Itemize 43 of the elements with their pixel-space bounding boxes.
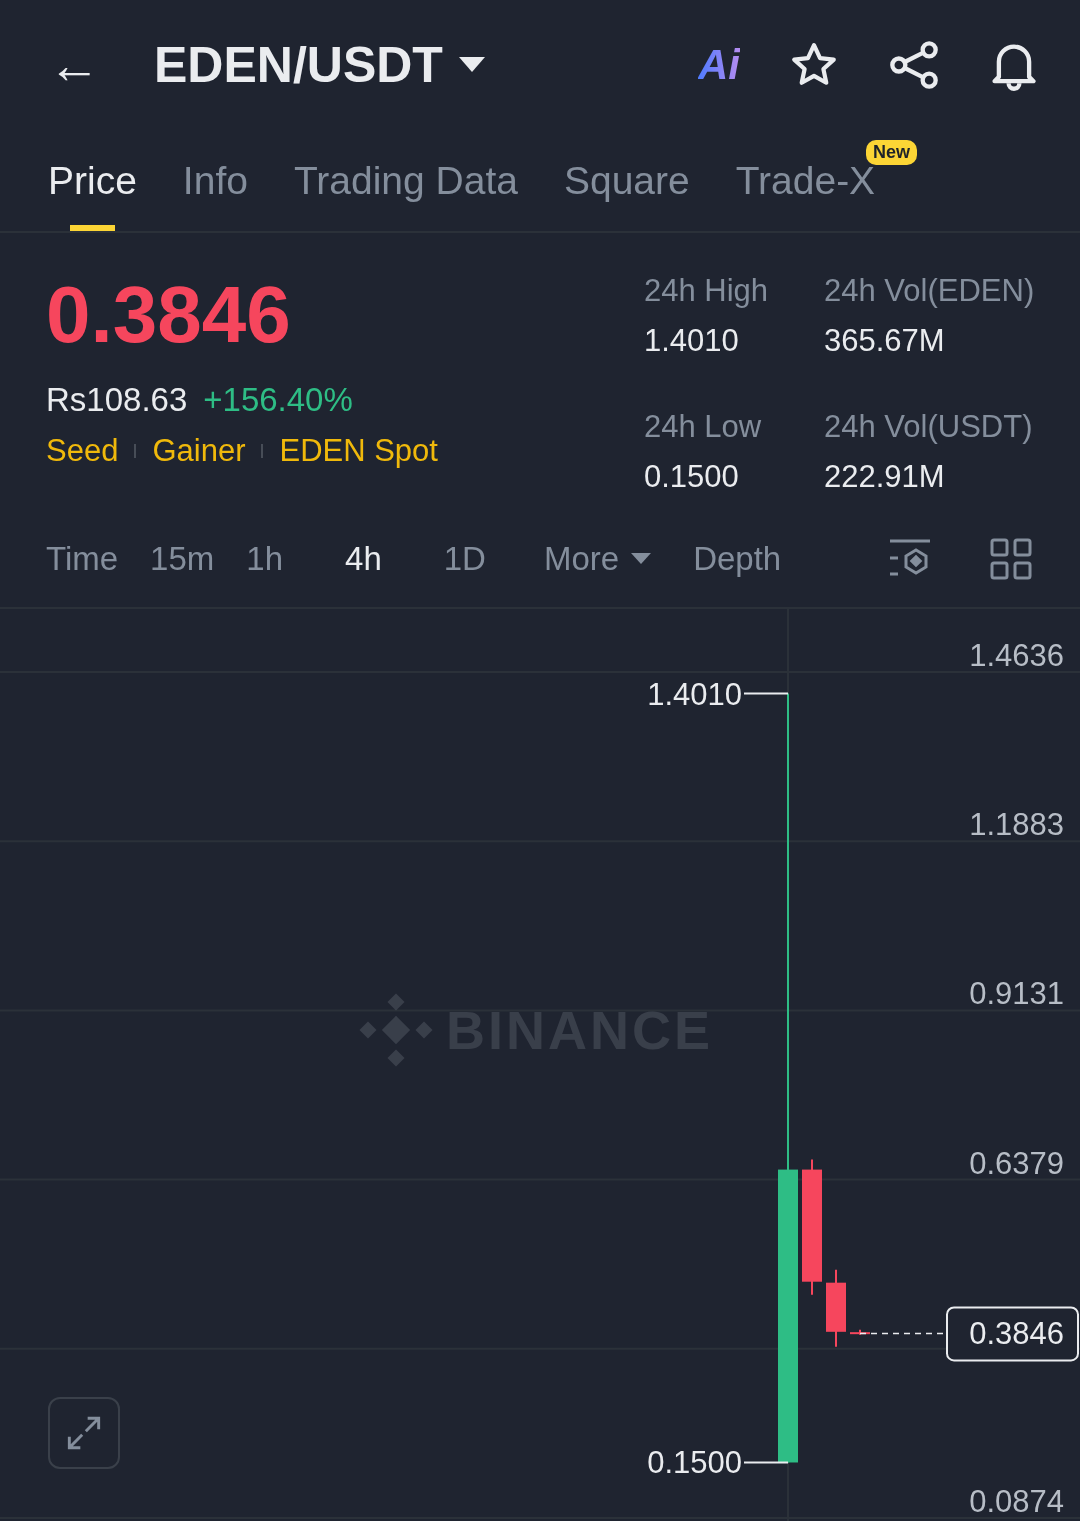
interval-tab[interactable]: 4h [345, 539, 382, 578]
stat-label: 24h Vol(USDT) [824, 408, 1034, 445]
stat-value: 365.67M [824, 323, 946, 359]
tag-link[interactable]: EDEN Spot [279, 433, 438, 469]
interval-tab[interactable]: Depth [693, 539, 782, 578]
fullscreen-button[interactable] [48, 1397, 120, 1469]
tab[interactable]: Price [48, 130, 137, 231]
leader-line [743, 1461, 789, 1464]
stat-value: 222.91M [824, 458, 946, 495]
interval-tab[interactable]: 1D [443, 539, 486, 578]
back-button[interactable]: ← [48, 39, 154, 91]
pair-title[interactable]: EDEN/USDT [154, 36, 443, 94]
axis-label: 0.9131 [969, 976, 1064, 1012]
tab[interactable]: Info [182, 130, 248, 231]
price-annotation: 0.1500 [647, 1445, 742, 1481]
interval-tab[interactable]: Time [46, 539, 119, 578]
axis-label: 0.0874 [969, 1483, 1064, 1519]
stat-label: 24h High [644, 273, 770, 309]
fiat-price: Rs108.63 [46, 381, 188, 419]
price-annotation: 1.4010 [647, 676, 742, 712]
axis-label: 1.4636 [969, 638, 1064, 674]
new-badge: New [866, 140, 917, 165]
grid-icon[interactable] [990, 537, 1032, 580]
tab[interactable]: Square [563, 130, 690, 231]
last-price: 0.3846 [46, 273, 292, 357]
tag-link[interactable]: Seed [46, 433, 119, 469]
price-change: +156.40% [203, 381, 353, 419]
candle [850, 1328, 870, 1336]
tag-link[interactable]: Gainer [152, 433, 246, 469]
interval-tab[interactable]: 15m [150, 539, 215, 578]
leader-line [743, 692, 789, 695]
stat-label: 24h Low [644, 408, 763, 445]
axis-label: 0.6379 [969, 1145, 1064, 1181]
interval-tab[interactable]: 1h [246, 539, 284, 578]
tab[interactable]: Trading Data [293, 130, 518, 231]
interval-tab[interactable]: More [543, 539, 652, 578]
stat-value: 0.1500 [644, 458, 740, 495]
last-price-tag: 0.3846 [946, 1306, 1079, 1362]
stat-value: 1.4010 [644, 323, 740, 359]
stat-label: 24h Vol(EDEN) [824, 273, 1036, 309]
share-icon[interactable] [888, 39, 940, 91]
axis-label: 1.1883 [969, 807, 1064, 843]
caret-icon[interactable] [458, 57, 485, 73]
